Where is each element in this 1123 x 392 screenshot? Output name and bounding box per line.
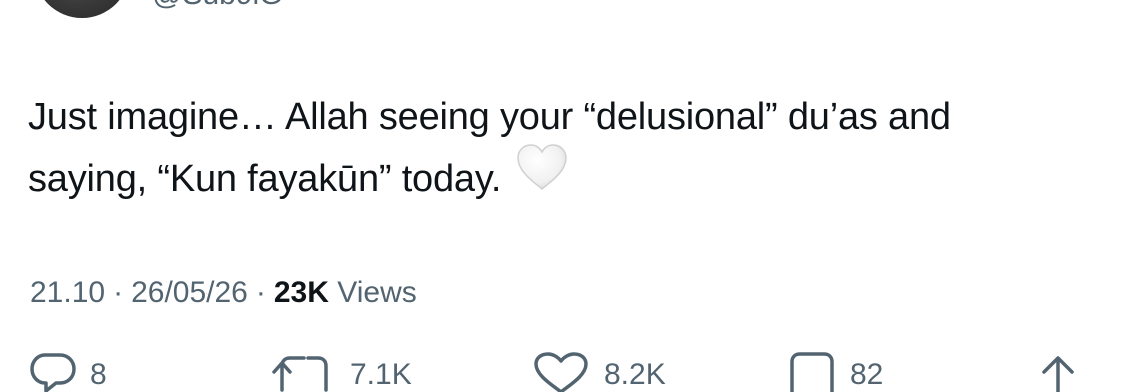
bookmark-icon: [788, 352, 836, 392]
avatar[interactable]: [34, 0, 130, 18]
retweet-count: 7.1K: [350, 358, 412, 391]
like-count: 8.2K: [604, 358, 666, 391]
bookmark-count: 82: [850, 358, 884, 391]
bookmark-button[interactable]: 82: [788, 352, 883, 392]
author-handle[interactable]: @Sub9iG: [152, 0, 283, 12]
heart-icon: [532, 352, 590, 392]
tweet-text-line-2: saying, “Kun fayakūn” today.: [28, 144, 1108, 211]
share-icon: [1030, 352, 1086, 392]
meta-separator: ·: [113, 276, 124, 309]
tweet-text: Just imagine… Allah seeing your “delusio…: [28, 86, 1108, 211]
tweet-text-line-2-content: saying, “Kun fayakūn” today.: [28, 158, 502, 200]
reply-count: 8: [90, 358, 107, 391]
action-bar: 8 7.1K 8.2K 82: [0, 352, 1123, 392]
retweet-icon: [272, 352, 336, 392]
white-heart-icon: [515, 142, 569, 211]
views-count[interactable]: 23K: [274, 276, 329, 309]
reply-icon: [30, 352, 76, 392]
tweet-meta: 21.10 · 26/05/26 · 23K Views: [30, 276, 417, 310]
tweet-time[interactable]: 21.10: [30, 276, 105, 309]
retweet-button[interactable]: 7.1K: [272, 352, 412, 392]
tweet-date[interactable]: 26/05/26: [131, 276, 248, 309]
views-label[interactable]: Views: [337, 276, 416, 309]
like-button[interactable]: 8.2K: [532, 352, 666, 392]
reply-button[interactable]: 8: [30, 352, 107, 392]
share-button[interactable]: [1030, 352, 1086, 392]
meta-separator: ·: [255, 276, 266, 309]
tweet-text-line-1: Just imagine… Allah seeing your “delusio…: [28, 96, 951, 138]
